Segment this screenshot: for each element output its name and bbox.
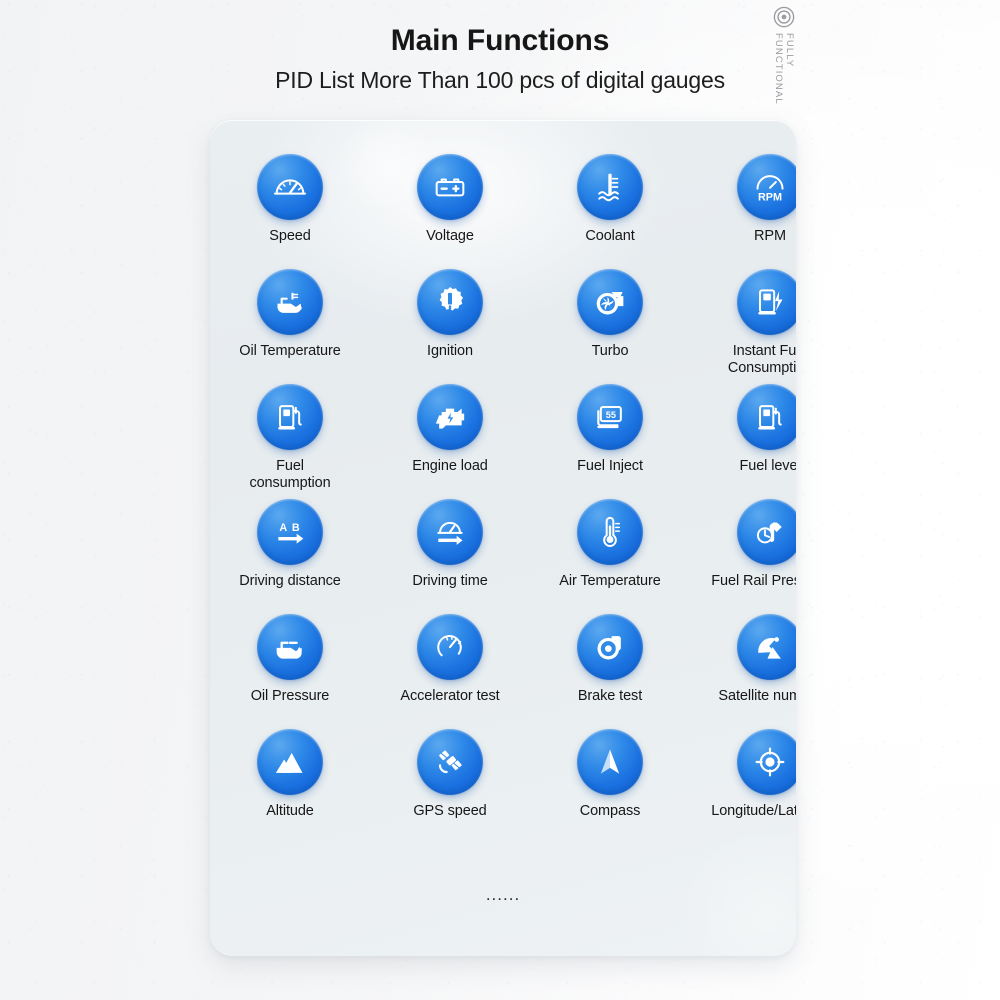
gauge-item-satellite-number[interactable]: Satellite number: [690, 614, 796, 729]
gauge-item-compass[interactable]: Compass: [530, 729, 690, 844]
gauge-item-accelerator-test[interactable]: Accelerator test: [370, 614, 530, 729]
gauge-item-fuel-level[interactable]: Fuel level: [690, 384, 796, 499]
gauge-label: Air Temperature: [559, 573, 661, 589]
fuel-injector-icon: 55: [577, 384, 643, 450]
gauge-label: Coolant: [585, 228, 635, 244]
gauge-label: Oil Temperature: [239, 343, 341, 359]
header: Main Functions PID List More Than 100 pc…: [0, 22, 1000, 95]
gauge-label: Voltage: [426, 228, 474, 244]
gauge-label: Longitude/Latitude: [711, 803, 796, 819]
mountain-icon: [257, 729, 323, 795]
gauge-label: Satellite number: [718, 688, 796, 704]
gauge-label: Ignition: [427, 343, 473, 359]
coolant-thermometer-icon: [577, 154, 643, 220]
gauge-item-speed[interactable]: Speed: [210, 154, 370, 269]
gauge-label: Driving time: [412, 573, 488, 589]
oil-can-icon: [257, 614, 323, 680]
page-subtitle: PID List More Than 100 pcs of digital ga…: [275, 67, 725, 93]
gauge-item-ignition[interactable]: Ignition: [370, 269, 530, 384]
gauge-label: Altitude: [266, 803, 314, 819]
stamp-label: FULLY FUNCTIONAL: [773, 33, 795, 105]
gauge-item-voltage[interactable]: Voltage: [370, 154, 530, 269]
fuel-pump-icon: [257, 384, 323, 450]
rpm-gauge-icon: RPM: [737, 154, 796, 220]
gauge-label: Turbo: [591, 343, 629, 359]
svg-text:55: 55: [606, 410, 616, 420]
gauge-label: Fuel consumption: [249, 458, 331, 491]
gauge-label: Fuel Inject: [577, 458, 643, 474]
thermometer-icon: [577, 499, 643, 565]
gauge-label: Brake test: [577, 688, 643, 704]
brake-disc-icon: [577, 614, 643, 680]
gauge-arrow-icon: [417, 499, 483, 565]
more-items-ellipsis: ......: [485, 885, 521, 904]
battery-icon: [417, 154, 483, 220]
gauge-item-instant-fuel-consumption[interactable]: Instant Fuel Consumption: [690, 269, 796, 384]
crosshair-location-icon: [737, 729, 796, 795]
gauge-label: Engine load: [412, 458, 488, 474]
engine-bolt-icon: [417, 384, 483, 450]
gauge-label: Speed: [269, 228, 311, 244]
gauge-item-turbo[interactable]: Turbo: [530, 269, 690, 384]
gauge-label: Compass: [579, 803, 641, 819]
turbocharger-icon: [577, 269, 643, 335]
fuel-pump-bolt-icon: [737, 269, 796, 335]
target-icon: [773, 6, 795, 28]
gauge-label: Oil Pressure: [250, 688, 330, 704]
fuel-nozzle-pressure-icon: [737, 499, 796, 565]
svg-text:A: A: [279, 522, 287, 534]
accelerator-dial-icon: [417, 614, 483, 680]
svg-text:RPM: RPM: [758, 191, 782, 203]
gauge-item-fuel-consumption[interactable]: Fuel consumption: [210, 384, 370, 499]
gauge-item-engine-load[interactable]: Engine load: [370, 384, 530, 499]
gauge-grid: Speed Voltage Coolant RPM RPM Oil Temper…: [210, 154, 796, 844]
gauge-item-fuel-inject[interactable]: 55 Fuel Inject: [530, 384, 690, 499]
fuel-level-icon: [737, 384, 796, 450]
gauge-item-driving-time[interactable]: Driving time: [370, 499, 530, 614]
spark-plug-gear-icon: [417, 269, 483, 335]
satellite-icon: [417, 729, 483, 795]
oil-can-thermometer-icon: [257, 269, 323, 335]
gauge-item-longitude-latitude[interactable]: Longitude/Latitude: [690, 729, 796, 844]
gauge-label: RPM: [754, 228, 786, 244]
functions-card: Speed Voltage Coolant RPM RPM Oil Temper…: [210, 120, 796, 956]
page-title: Main Functions: [390, 24, 610, 57]
satellite-dish-icon: [737, 614, 796, 680]
gauge-label: Fuel level: [739, 458, 796, 474]
gauge-label: GPS speed: [413, 803, 487, 819]
gauge-label: Driving distance: [239, 573, 341, 589]
gauge-item-driving-distance[interactable]: A B Driving distance: [210, 499, 370, 614]
fully-functional-stamp: FULLY FUNCTIONAL: [762, 6, 806, 105]
gauge-item-coolant[interactable]: Coolant: [530, 154, 690, 269]
gauge-item-oil-pressure[interactable]: Oil Pressure: [210, 614, 370, 729]
gauge-item-brake-test[interactable]: Brake test: [530, 614, 690, 729]
gauge-label: Instant Fuel Consumption: [727, 343, 796, 376]
gauge-label: Accelerator test: [400, 688, 500, 704]
a-to-b-arrow-icon: A B: [257, 499, 323, 565]
gauge-item-oil-temperature[interactable]: Oil Temperature: [210, 269, 370, 384]
gauge-item-gps-speed[interactable]: GPS speed: [370, 729, 530, 844]
gauge-item-altitude[interactable]: Altitude: [210, 729, 370, 844]
gauge-item-fuel-rail-pressure[interactable]: Fuel Rail Pressure: [690, 499, 796, 614]
compass-needle-icon: [577, 729, 643, 795]
gauge-item-rpm[interactable]: RPM RPM: [690, 154, 796, 269]
gauge-item-air-temperature[interactable]: Air Temperature: [530, 499, 690, 614]
gauge-label: Fuel Rail Pressure: [711, 573, 796, 589]
svg-text:B: B: [292, 522, 300, 534]
speedometer-icon: [257, 154, 323, 220]
